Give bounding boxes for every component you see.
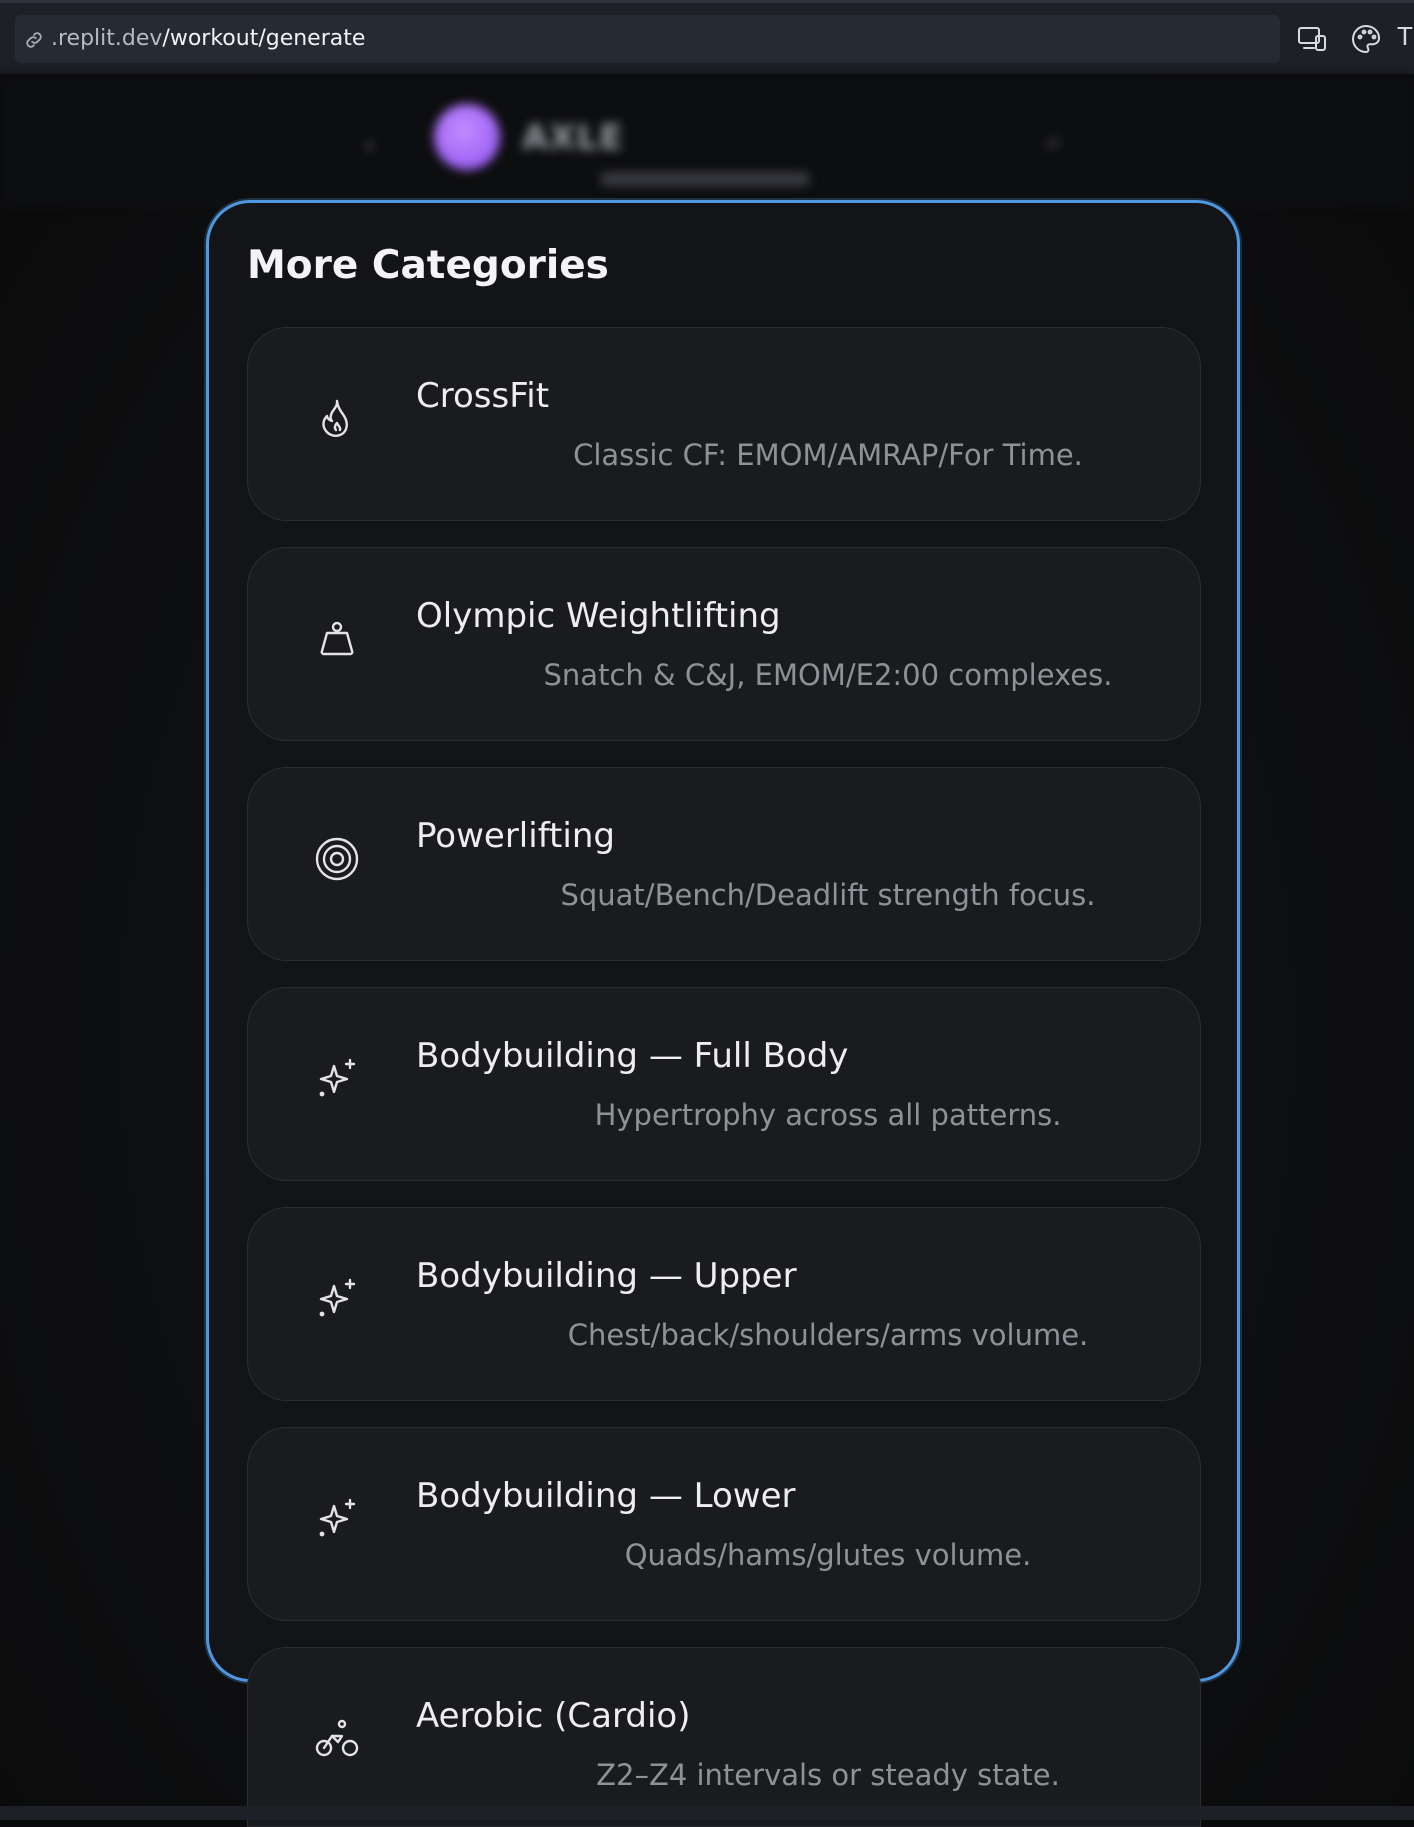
devices-icon[interactable] bbox=[1296, 23, 1328, 55]
url-bar[interactable]: .replit.dev/workout/generate bbox=[15, 15, 1280, 63]
app-title: AXLE bbox=[522, 118, 624, 158]
category-card-bodybuilding-upper[interactable]: Bodybuilding — Upper Chest/back/shoulder… bbox=[247, 1207, 1201, 1401]
header-action-icon: ⌕ bbox=[1046, 124, 1062, 157]
sparkles-icon bbox=[319, 1278, 356, 1317]
browser-toolbar: .replit.dev/workout/generate T bbox=[0, 0, 1414, 74]
avatar bbox=[434, 104, 500, 170]
app-subtitle-bar bbox=[600, 172, 810, 186]
category-card-powerlifting[interactable]: Powerlifting Squat/Bench/Deadlift streng… bbox=[247, 767, 1201, 961]
category-title: Bodybuilding — Full Body bbox=[416, 1036, 849, 1076]
category-title: Aerobic (Cardio) bbox=[416, 1696, 691, 1736]
category-desc: Chest/back/shoulders/arms volume. bbox=[567, 1318, 1089, 1352]
category-title: Olympic Weightlifting bbox=[416, 596, 781, 636]
url-path: /workout/generate bbox=[162, 26, 366, 51]
sparkles-icon bbox=[319, 1498, 356, 1537]
category-desc: Classic CF: EMOM/AMRAP/For Time. bbox=[573, 438, 1083, 472]
category-card-bodybuilding-full-body[interactable]: Bodybuilding — Full Body Hypertrophy acr… bbox=[247, 987, 1201, 1181]
sparkles-icon bbox=[319, 1058, 356, 1097]
category-desc: Squat/Bench/Deadlift strength focus. bbox=[560, 878, 1096, 912]
flame-icon bbox=[322, 399, 348, 437]
category-card-crossfit[interactable]: CrossFit Classic CF: EMOM/AMRAP/For Time… bbox=[247, 327, 1201, 521]
back-icon: ‹ bbox=[364, 128, 376, 161]
category-card-olympic-weightlifting[interactable]: Olympic Weightlifting Snatch & C&J, EMOM… bbox=[247, 547, 1201, 741]
target-icon bbox=[315, 837, 359, 881]
weight-icon bbox=[320, 621, 354, 656]
category-title: Powerlifting bbox=[416, 816, 615, 856]
category-desc: Hypertrophy across all patterns. bbox=[594, 1098, 1062, 1132]
category-desc: Z2–Z4 intervals or steady state. bbox=[596, 1758, 1060, 1792]
category-desc: Snatch & C&J, EMOM/E2:00 complexes. bbox=[543, 658, 1113, 692]
modal-title: More Categories bbox=[247, 243, 609, 288]
category-title: Bodybuilding — Upper bbox=[416, 1256, 797, 1296]
link-icon bbox=[26, 32, 42, 48]
category-title: Bodybuilding — Lower bbox=[416, 1476, 796, 1516]
category-card-aerobic-cardio[interactable]: Aerobic (Cardio) Z2–Z4 intervals or stea… bbox=[247, 1647, 1201, 1827]
url-text: .replit.dev/workout/generate bbox=[51, 27, 365, 51]
category-desc: Quads/hams/glutes volume. bbox=[624, 1538, 1032, 1572]
bottom-bar bbox=[0, 1806, 1414, 1820]
toolbar-letter: T bbox=[1397, 21, 1413, 51]
url-host: .replit.dev bbox=[51, 26, 163, 51]
category-card-bodybuilding-lower[interactable]: Bodybuilding — Lower Quads/hams/glutes v… bbox=[247, 1427, 1201, 1621]
category-title: CrossFit bbox=[416, 376, 550, 416]
palette-icon[interactable] bbox=[1350, 23, 1382, 55]
bike-icon bbox=[315, 1719, 359, 1757]
